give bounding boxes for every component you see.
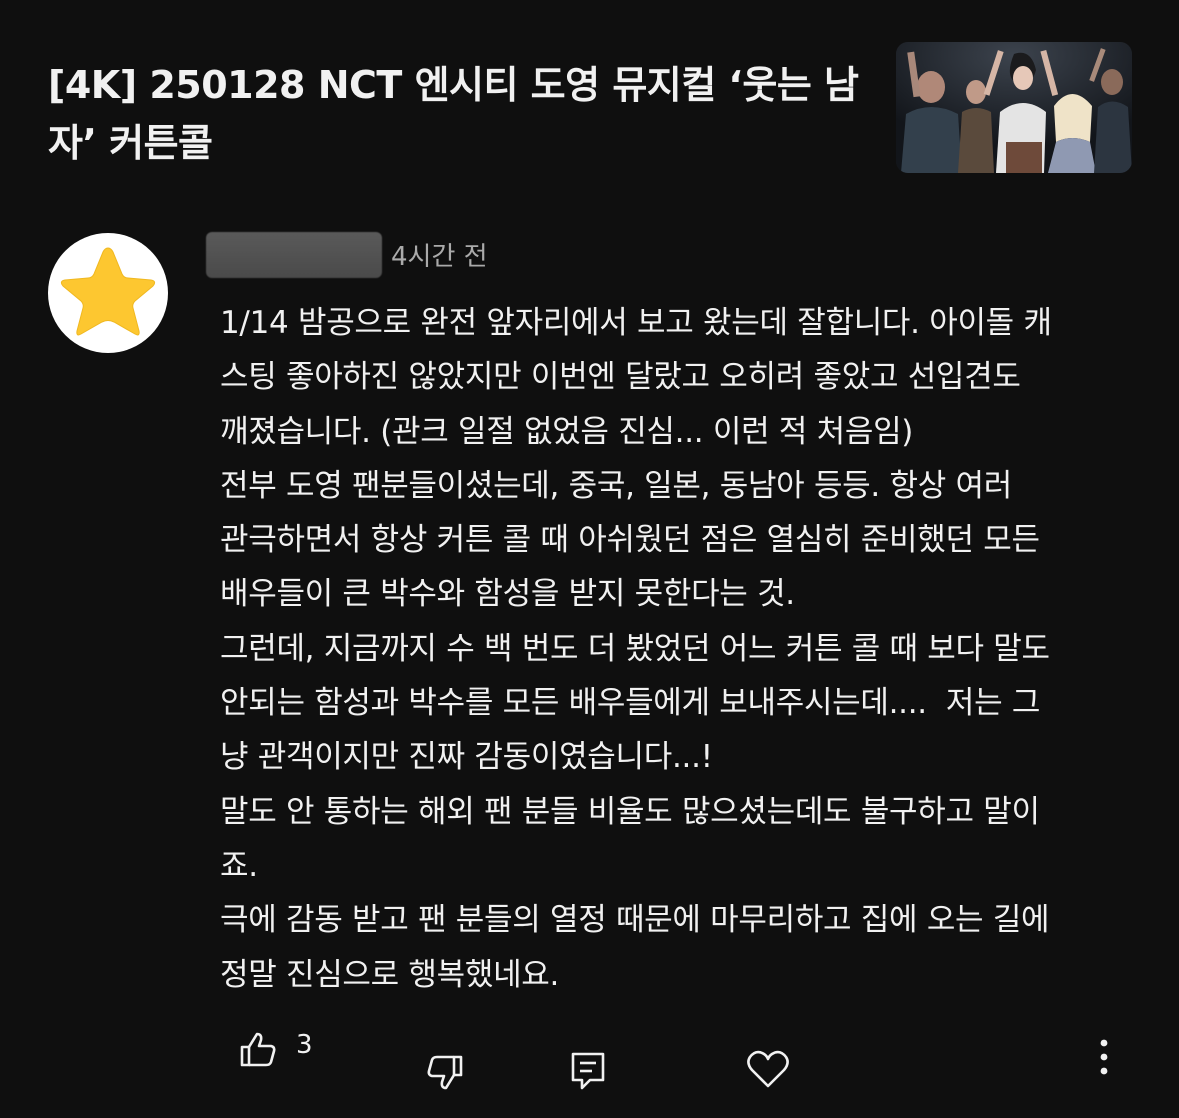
comment-text: 1/14 밤공으로 완전 앞자리에서 보고 왔는데 잘합니다. 아이돌 캐 스팅… bbox=[220, 305, 1052, 993]
comment-timestamp: 4시간 전 bbox=[391, 242, 488, 272]
more-vertical-icon bbox=[1100, 1039, 1108, 1075]
reply-button[interactable] bbox=[568, 1050, 608, 1092]
video-thumbnail[interactable] bbox=[896, 42, 1132, 173]
thumbnail-image bbox=[896, 42, 1132, 173]
comment: 4시간 전 1/14 밤공으로 완전 앞자리에서 보고 왔는데 잘합니다. 아이… bbox=[0, 220, 1179, 1118]
reply-icon bbox=[571, 1052, 605, 1090]
more-options-button[interactable] bbox=[1094, 1038, 1114, 1078]
video-title[interactable]: [4K] 250128 NCT 엔시티 도영 뮤지컬 ‘웃는 남자’ 커튼콜 bbox=[48, 56, 878, 172]
author-name-redacted[interactable] bbox=[206, 232, 382, 278]
thumbs-down-icon bbox=[427, 1055, 463, 1090]
dislike-button[interactable] bbox=[425, 1052, 465, 1092]
thumbs-up-icon bbox=[240, 1032, 276, 1067]
heart-icon bbox=[747, 1050, 789, 1088]
comment-actions: 3 bbox=[0, 1030, 1179, 1100]
like-button[interactable]: 3 bbox=[238, 1030, 313, 1070]
star-icon bbox=[60, 247, 156, 336]
heart-button[interactable] bbox=[746, 1048, 790, 1090]
avatar[interactable] bbox=[48, 233, 168, 353]
video-header: [4K] 250128 NCT 엔시티 도영 뮤지컬 ‘웃는 남자’ 커튼콜 bbox=[0, 0, 1179, 200]
like-count: 3 bbox=[296, 1030, 313, 1060]
